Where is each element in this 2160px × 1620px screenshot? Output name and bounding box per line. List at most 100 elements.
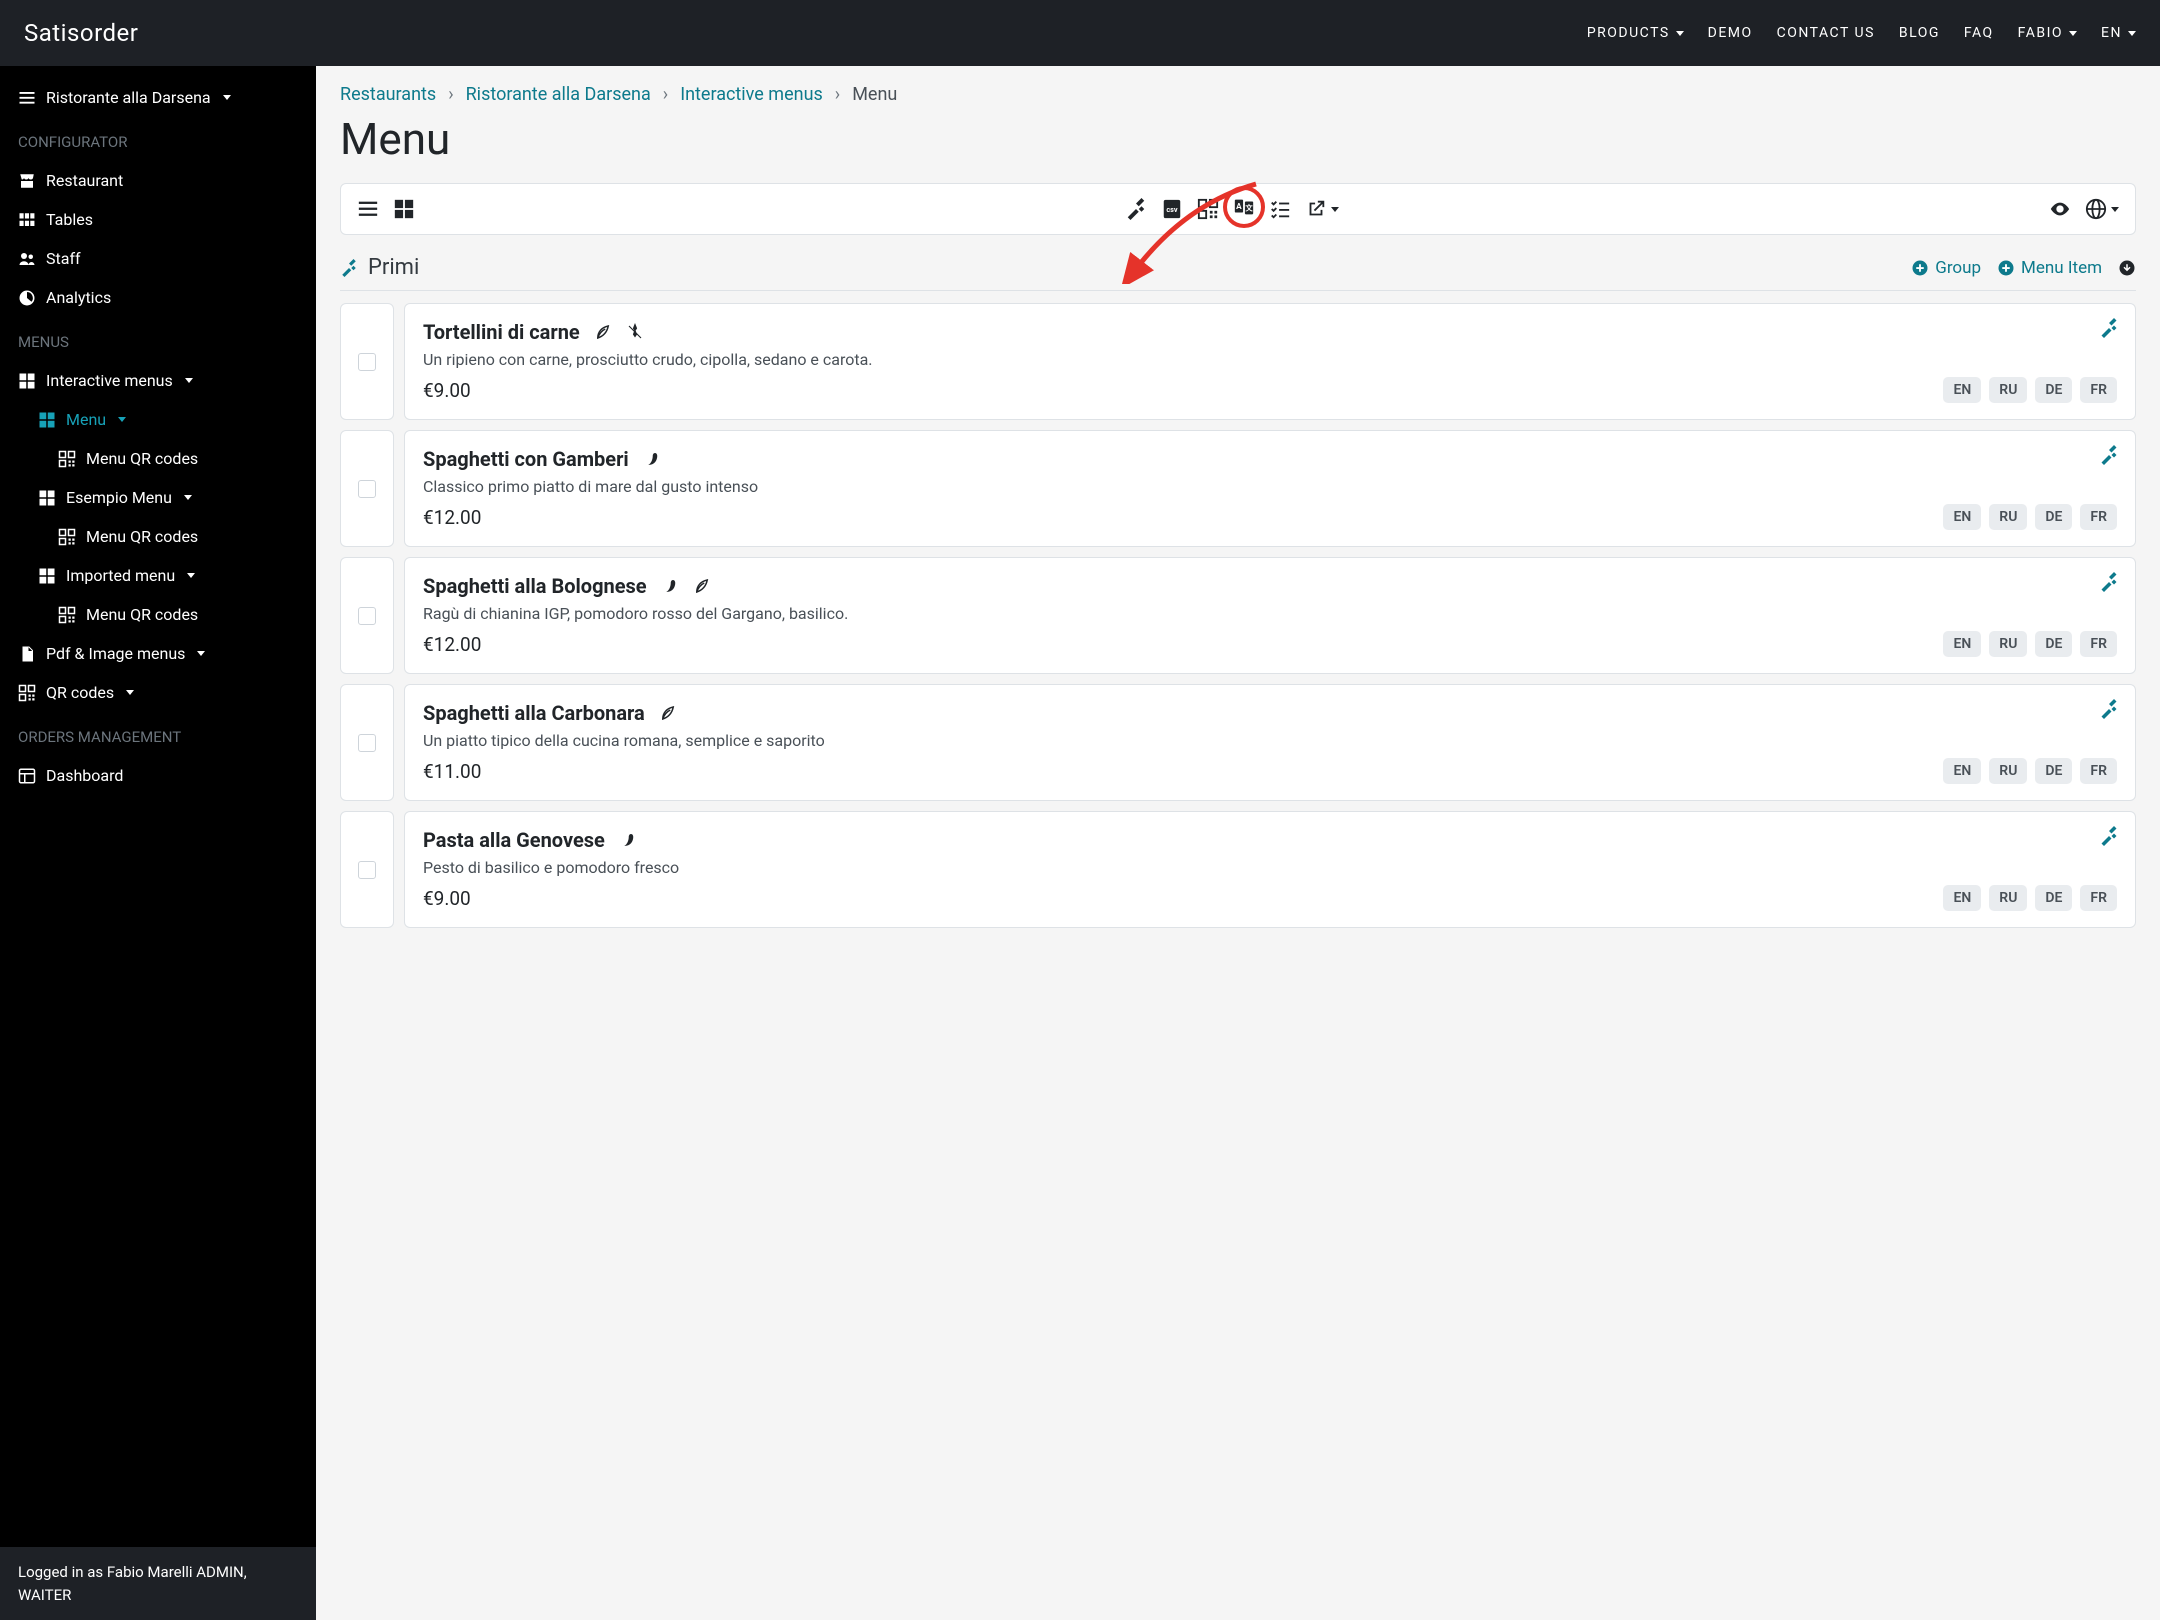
lang-badge[interactable]: RU	[1989, 377, 2027, 403]
external-dropdown[interactable]	[1305, 198, 1339, 220]
nav-blog[interactable]: BLOG	[1899, 25, 1940, 41]
menu-item-row: Spaghetti alla CarbonaraUn piatto tipico…	[340, 684, 2136, 801]
breadcrumb-restaurants[interactable]: Restaurants	[340, 84, 436, 105]
lang-badge[interactable]: FR	[2080, 758, 2117, 784]
lang-badge[interactable]: FR	[2080, 885, 2117, 911]
qr-icon[interactable]	[1197, 198, 1219, 220]
item-tools-icon[interactable]	[2099, 445, 2119, 465]
dashboard-icon	[18, 767, 36, 785]
item-checkbox[interactable]	[358, 734, 376, 752]
lang-badge[interactable]: FR	[2080, 631, 2117, 657]
item-tools-icon[interactable]	[2099, 318, 2119, 338]
eye-icon[interactable]	[2049, 198, 2071, 220]
file-icon	[18, 645, 36, 663]
lang-badge[interactable]: RU	[1989, 758, 2027, 784]
item-tools-icon[interactable]	[2099, 572, 2119, 592]
add-group-button[interactable]: Group	[1911, 258, 1981, 278]
menu-item-card[interactable]: Spaghetti con GamberiClassico primo piat…	[404, 430, 2136, 547]
lang-badge[interactable]: FR	[2080, 377, 2117, 403]
menu-item-card[interactable]: Spaghetti alla CarbonaraUn piatto tipico…	[404, 684, 2136, 801]
tools-icon[interactable]	[340, 259, 358, 277]
grid-icon	[38, 489, 56, 507]
nav-contact[interactable]: CONTACT US	[1777, 25, 1875, 41]
grid-view-icon[interactable]	[393, 198, 415, 220]
item-title: Spaghetti alla Bolognese	[423, 574, 647, 598]
lang-badge[interactable]: RU	[1989, 631, 2027, 657]
list-view-icon[interactable]	[357, 198, 379, 220]
drag-handle[interactable]	[340, 684, 394, 801]
lang-badge[interactable]: EN	[1943, 504, 1981, 530]
item-checkbox[interactable]	[358, 480, 376, 498]
tools-icon[interactable]	[1125, 198, 1147, 220]
sidebar-item-menu[interactable]: Menu	[0, 400, 316, 439]
sidebar-item-dashboard[interactable]: Dashboard	[0, 756, 316, 795]
add-menu-item-button[interactable]: Menu Item	[1997, 258, 2102, 278]
chevron-down-icon	[2128, 31, 2136, 36]
checklist-icon[interactable]	[1269, 198, 1291, 220]
sidebar-item-qr-codes[interactable]: QR codes	[0, 673, 316, 712]
sidebar-item-restaurant[interactable]: Restaurant	[0, 161, 316, 200]
sidebar-item-analytics[interactable]: Analytics	[0, 278, 316, 317]
sidebar-item-interactive-menus[interactable]: Interactive menus	[0, 361, 316, 400]
lang-badge[interactable]: DE	[2035, 504, 2072, 530]
nav-user[interactable]: FABIO	[2018, 25, 2077, 41]
item-tools-icon[interactable]	[2099, 699, 2119, 719]
breadcrumb-interactive-menus[interactable]: Interactive menus	[680, 84, 823, 105]
chevron-down-icon	[197, 651, 205, 656]
leaf-icon	[693, 577, 711, 595]
sidebar-item-tables[interactable]: Tables	[0, 200, 316, 239]
lang-badge[interactable]: DE	[2035, 885, 2072, 911]
drag-handle[interactable]	[340, 557, 394, 674]
item-tools-icon[interactable]	[2099, 826, 2119, 846]
item-description: Un ripieno con carne, prosciutto crudo, …	[423, 350, 2117, 369]
item-checkbox[interactable]	[358, 607, 376, 625]
sidebar-item-menu-qr-2[interactable]: Menu QR codes	[0, 517, 316, 556]
menu-item-card[interactable]: Spaghetti alla BologneseRagù di chianina…	[404, 557, 2136, 674]
lang-badge[interactable]: EN	[1943, 631, 1981, 657]
lang-badge[interactable]: RU	[1989, 885, 2027, 911]
chevron-down-icon	[184, 495, 192, 500]
logo[interactable]: Satisorder	[24, 19, 138, 47]
breadcrumb-sep: ›	[448, 84, 453, 105]
item-checkbox[interactable]	[358, 353, 376, 371]
qr-icon	[58, 450, 76, 468]
collapse-icon[interactable]	[2118, 259, 2136, 277]
drag-handle[interactable]	[340, 430, 394, 547]
menu-item-card[interactable]: Tortellini di carne Un ripieno con carne,…	[404, 303, 2136, 420]
sidebar-item-staff[interactable]: Staff	[0, 239, 316, 278]
nav-links: PRODUCTS DEMO CONTACT US BLOG FAQ FABIO …	[1587, 25, 2136, 41]
sidebar-item-esempio-menu[interactable]: Esempio Menu	[0, 478, 316, 517]
lang-badge[interactable]: DE	[2035, 377, 2072, 403]
lang-badge[interactable]: FR	[2080, 504, 2117, 530]
drag-handle[interactable]	[340, 303, 394, 420]
lang-badge[interactable]: EN	[1943, 377, 1981, 403]
breadcrumb-restaurant[interactable]: Ristorante alla Darsena	[466, 84, 651, 105]
qr-icon	[58, 606, 76, 624]
nav-lang[interactable]: EN	[2101, 25, 2136, 41]
pie-icon	[18, 289, 36, 307]
menu-item-card[interactable]: Pasta alla GenovesePesto di basilico e p…	[404, 811, 2136, 928]
breadcrumb-sep: ›	[835, 84, 840, 105]
sidebar-item-menu-qr-3[interactable]: Menu QR codes	[0, 595, 316, 634]
lang-badge[interactable]: DE	[2035, 758, 2072, 784]
drag-handle[interactable]	[340, 811, 394, 928]
menu-item-row: Tortellini di carne Un ripieno con carne,…	[340, 303, 2136, 420]
lang-badge[interactable]: EN	[1943, 758, 1981, 784]
item-title: Tortellini di carne	[423, 320, 580, 344]
globe-dropdown[interactable]	[2085, 198, 2119, 220]
nav-products[interactable]: PRODUCTS	[1587, 25, 1684, 41]
item-checkbox[interactable]	[358, 861, 376, 879]
csv-icon[interactable]	[1161, 198, 1183, 220]
sidebar-item-pdf-image[interactable]: Pdf & Image menus	[0, 634, 316, 673]
pepper-icon	[619, 831, 637, 849]
nav-faq[interactable]: FAQ	[1964, 25, 1994, 41]
lang-badge[interactable]: EN	[1943, 885, 1981, 911]
restaurant-selector[interactable]: Ristorante alla Darsena	[0, 78, 316, 117]
lang-badge[interactable]: RU	[1989, 504, 2027, 530]
nav-demo[interactable]: DEMO	[1708, 25, 1753, 41]
sidebar-item-imported-menu[interactable]: Imported menu	[0, 556, 316, 595]
sidebar-item-menu-qr-1[interactable]: Menu QR codes	[0, 439, 316, 478]
main: Restaurants › Ristorante alla Darsena › …	[316, 66, 2160, 1620]
lang-badge[interactable]: DE	[2035, 631, 2072, 657]
translate-button-highlighted[interactable]	[1233, 196, 1255, 222]
